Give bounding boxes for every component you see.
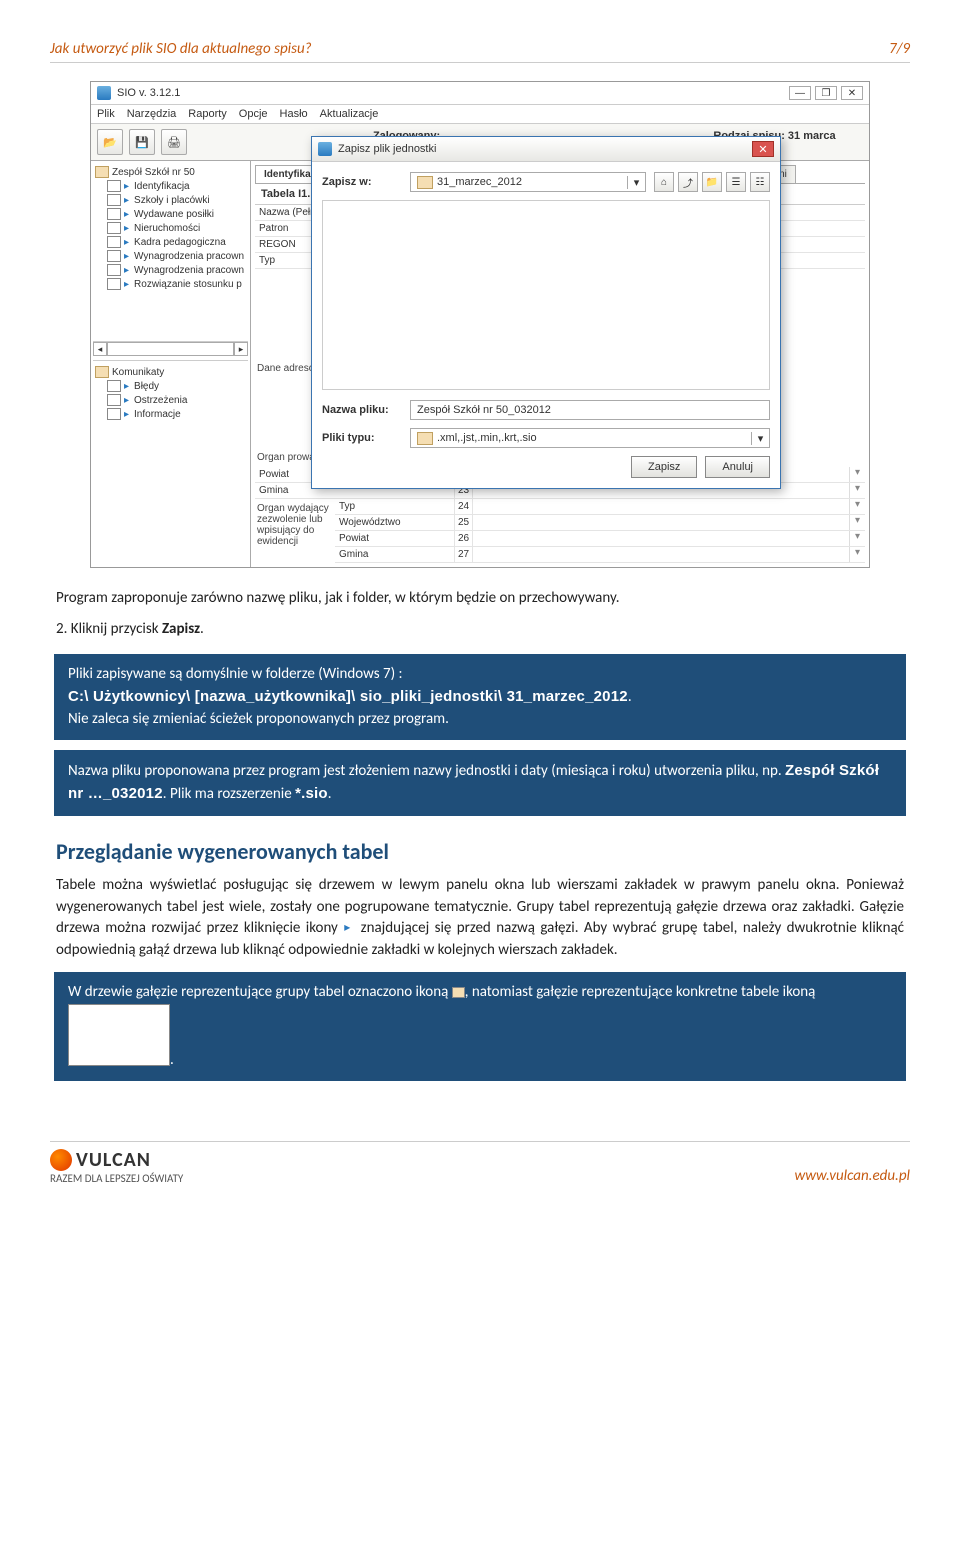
view-list-icon[interactable]: ☰: [726, 172, 746, 192]
save-dialog: Zapisz plik jednostki ✕ Zapisz w: 31_mar…: [311, 136, 781, 489]
chevron-down-icon[interactable]: ▾: [627, 176, 645, 189]
tree-item[interactable]: ▸Informacje: [93, 407, 248, 421]
toolbar-save-icon[interactable]: 💾: [129, 129, 155, 155]
folder-icon: [452, 987, 465, 998]
dropdown-icon[interactable]: ▾: [849, 467, 865, 482]
page-header: Jak utworzyć plik SIO dla aktualnego spi…: [50, 40, 910, 63]
menu-haslo[interactable]: Hasło: [280, 108, 308, 120]
screenshot-sio-app: SIO v. 3.12.1 — ❐ ✕ Plik Narzędzia Rapor…: [90, 81, 870, 568]
view-details-icon[interactable]: ☷: [750, 172, 770, 192]
tree-h-scrollbar[interactable]: ◂▸: [93, 341, 248, 356]
new-folder-icon[interactable]: 📁: [702, 172, 722, 192]
side-label: Organ wydający zezwolenie lub wpisujący …: [255, 499, 335, 563]
callout-filename: Nazwa pliku proponowana przez program je…: [54, 750, 906, 816]
tree-expander-icon: [343, 922, 355, 934]
dropdown-icon[interactable]: ▾: [849, 531, 865, 546]
callout-tree-icons: W drzewie gałęzie reprezentujące grupy t…: [54, 972, 906, 1082]
menu-plik[interactable]: Plik: [97, 108, 115, 120]
dropdown-icon[interactable]: ▾: [849, 499, 865, 514]
app-icon: [97, 86, 111, 100]
save-in-label: Zapisz w:: [322, 176, 402, 188]
tree-panel: Zespół Szkół nr 50 ▸Identyfikacja ▸Szkoł…: [91, 161, 251, 567]
app-title: SIO v. 3.12.1: [117, 87, 180, 99]
page-icon: [68, 1004, 170, 1066]
file-name-label: Nazwa pliku:: [322, 404, 402, 416]
section-heading: Przeglądanie wygenerowanych tabel: [56, 838, 904, 865]
menu-opcje[interactable]: Opcje: [239, 108, 268, 120]
file-type-select[interactable]: .xml,.jst,.min,.krt,.sio ▾: [410, 428, 770, 448]
minimize-button[interactable]: —: [789, 86, 811, 100]
vulcan-logo: VULCAN RAZEM DLA LEPSZEJ OŚWIATY: [50, 1148, 183, 1185]
menubar: Plik Narzędzia Raporty Opcje Hasło Aktua…: [91, 105, 869, 124]
toolbar-print-icon[interactable]: 🖨: [161, 129, 187, 155]
close-button[interactable]: ✕: [841, 86, 863, 100]
tree-root[interactable]: Zespół Szkół nr 50: [93, 165, 248, 179]
dialog-title: Zapisz plik jednostki: [338, 143, 436, 155]
file-name-input[interactable]: Zespół Szkół nr 50_032012: [410, 400, 770, 420]
chevron-down-icon[interactable]: ▾: [751, 432, 769, 445]
menu-narzedzia[interactable]: Narzędzia: [127, 108, 177, 120]
maximize-button[interactable]: ❐: [815, 86, 837, 100]
file-type-label: Pliki typu:: [322, 432, 402, 444]
tree-item[interactable]: ▸Błędy: [93, 379, 248, 393]
folder-up-icon[interactable]: ⌂: [654, 172, 674, 192]
save-in-select[interactable]: 31_marzec_2012 ▾: [410, 172, 646, 192]
step-2: 2. Kliknij przycisk Zapisz.: [56, 619, 904, 640]
dropdown-icon[interactable]: ▾: [849, 547, 865, 562]
tree-item[interactable]: ▸Kadra pedagogiczna: [93, 235, 248, 249]
footer-url: www.vulcan.edu.pl: [795, 1167, 910, 1185]
menu-aktualizacje[interactable]: Aktualizacje: [320, 108, 379, 120]
dialog-close-button[interactable]: ✕: [752, 141, 774, 157]
tree-item[interactable]: ▸Identyfikacja: [93, 179, 248, 193]
file-list-area[interactable]: [322, 200, 770, 390]
cancel-button[interactable]: Anuluj: [705, 456, 770, 478]
paragraph: Program zaproponuje zarówno nazwę pliku,…: [56, 588, 904, 609]
dialog-icon: [318, 142, 332, 156]
callout-default-path: Pliki zapisywane są domyślnie w folderze…: [54, 654, 906, 740]
dropdown-icon[interactable]: ▾: [849, 515, 865, 530]
folder-nav-icon[interactable]: ⤴: [678, 172, 698, 192]
menu-raporty[interactable]: Raporty: [188, 108, 227, 120]
page-number: 7/9: [889, 40, 910, 58]
toolbar-open-icon[interactable]: 📂: [97, 129, 123, 155]
tree-item[interactable]: Komunikaty: [93, 365, 248, 379]
tree-item[interactable]: ▸Wynagrodzenia pracown: [93, 263, 248, 277]
dropdown-icon[interactable]: ▾: [849, 483, 865, 498]
tree-item[interactable]: ▸Szkoły i placówki: [93, 193, 248, 207]
tree-item[interactable]: ▸Wynagrodzenia pracown: [93, 249, 248, 263]
tree-item[interactable]: ▸Ostrzeżenia: [93, 393, 248, 407]
tree-item[interactable]: ▸Nieruchomości: [93, 221, 248, 235]
paragraph: Tabele można wyświetlać posługując się d…: [56, 875, 904, 962]
save-button[interactable]: Zapisz: [631, 456, 697, 478]
tree-item[interactable]: ▸Rozwiązanie stosunku p: [93, 277, 248, 291]
tree-item[interactable]: ▸Wydawane posiłki: [93, 207, 248, 221]
doc-title: Jak utworzyć plik SIO dla aktualnego spi…: [50, 40, 312, 58]
page-footer: VULCAN RAZEM DLA LEPSZEJ OŚWIATY www.vul…: [50, 1141, 910, 1185]
